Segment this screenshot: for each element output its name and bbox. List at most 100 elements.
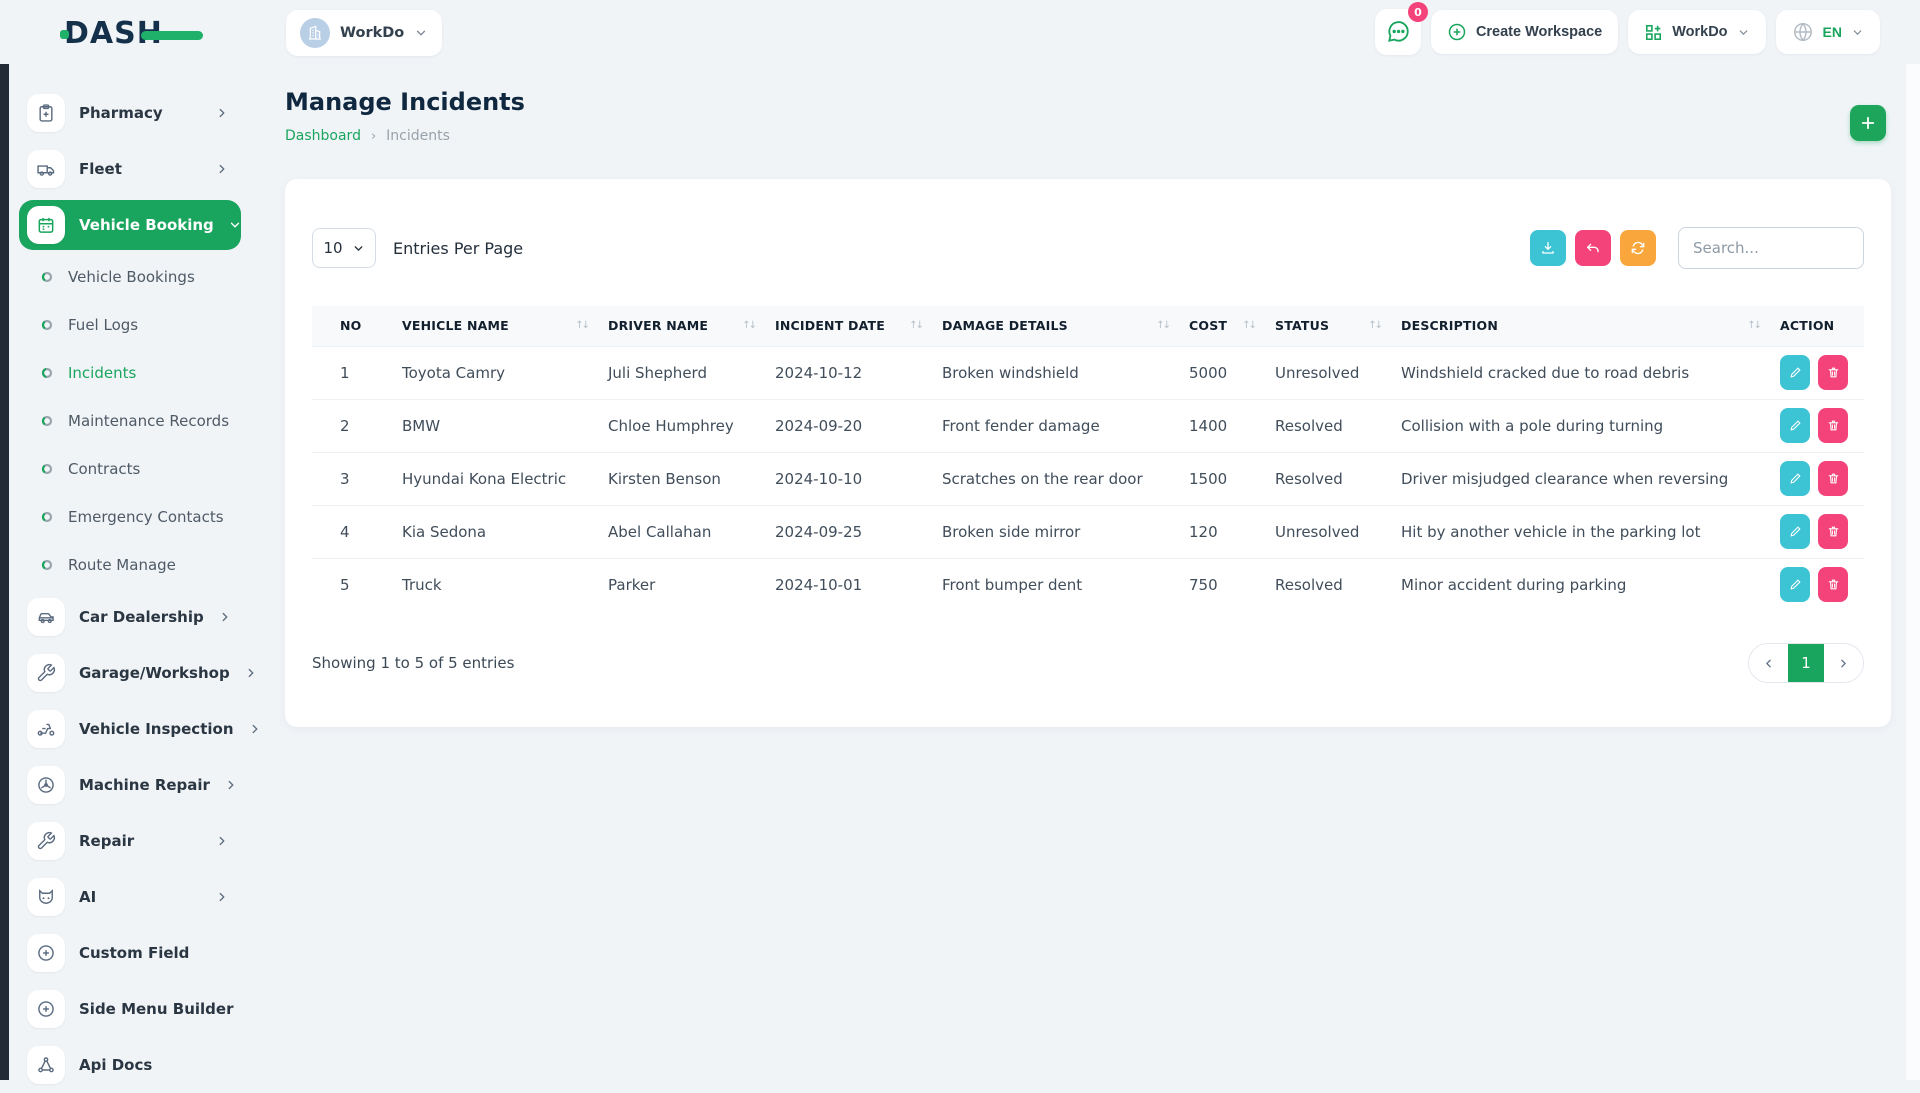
undo-button[interactable] xyxy=(1575,230,1611,266)
machine-gauge-icon xyxy=(27,766,65,804)
sidebar-item-label: Repair xyxy=(79,832,201,850)
sidebar-item-vehicle-inspection[interactable]: Vehicle Inspection xyxy=(19,701,241,757)
sidebar-item-side-menu-builder[interactable]: Side Menu Builder xyxy=(19,981,241,1037)
cell-cost: 5000 xyxy=(1179,346,1265,399)
sidebar-item-ai[interactable]: AI xyxy=(19,869,241,925)
breadcrumb-dashboard-link[interactable]: Dashboard xyxy=(285,128,361,144)
sort-icon: ↑↓ xyxy=(742,320,755,331)
submenu-item-contracts[interactable]: Contracts xyxy=(19,445,241,493)
create-workspace-button[interactable]: Create Workspace xyxy=(1431,10,1618,54)
breadcrumb: Dashboard › Incidents xyxy=(285,128,1891,144)
search-input[interactable] xyxy=(1678,227,1864,269)
add-incident-button[interactable] xyxy=(1850,105,1886,141)
table-controls: 10 Entries Per Page xyxy=(312,227,1864,269)
delete-button[interactable] xyxy=(1818,514,1848,549)
language-menu-button[interactable]: EN xyxy=(1776,10,1880,54)
cell-damage: Scratches on the rear door xyxy=(932,452,1179,505)
scrollbar-track[interactable] xyxy=(1906,64,1920,1080)
column-header-vehicle-name[interactable]: VEHICLE NAME↑↓ xyxy=(392,306,598,346)
edit-button[interactable] xyxy=(1780,461,1810,496)
car-icon xyxy=(27,598,65,636)
column-header-description[interactable]: DESCRIPTION↑↓ xyxy=(1391,306,1770,346)
chevron-down-icon xyxy=(228,218,242,232)
chevron-right-icon xyxy=(224,778,238,792)
submenu-item-fuel-logs[interactable]: Fuel Logs xyxy=(19,301,241,349)
workspace-avatar xyxy=(300,18,330,48)
delete-button[interactable] xyxy=(1818,461,1848,496)
create-workspace-label: Create Workspace xyxy=(1476,24,1602,40)
pagination-next-button[interactable] xyxy=(1824,644,1863,682)
column-header-driver-name[interactable]: DRIVER NAME↑↓ xyxy=(598,306,765,346)
download-icon xyxy=(1540,240,1556,256)
sidebar-item-pharmacy[interactable]: Pharmacy xyxy=(19,85,241,141)
sidebar-item-vehicle-booking[interactable]: Vehicle Booking xyxy=(19,200,241,250)
table-row: 5 Truck Parker 2024-10-01 Front bumper d… xyxy=(312,558,1864,611)
cell-vehicle: Hyundai Kona Electric xyxy=(392,452,598,505)
table-row: 3 Hyundai Kona Electric Kirsten Benson 2… xyxy=(312,452,1864,505)
sidebar-item-label: Fleet xyxy=(79,160,201,178)
submenu-item-route-manage[interactable]: Route Manage xyxy=(19,541,241,589)
table-header-row: NO VEHICLE NAME↑↓ DRIVER NAME↑↓ INCIDENT… xyxy=(312,306,1864,346)
trash-icon xyxy=(1827,525,1840,538)
pagination-prev-button[interactable] xyxy=(1749,644,1788,682)
cell-description: Minor accident during parking xyxy=(1391,558,1770,611)
sidebar-item-repair[interactable]: Repair xyxy=(19,813,241,869)
cell-damage: Broken side mirror xyxy=(932,505,1179,558)
sidebar-item-machine-repair[interactable]: Machine Repair xyxy=(19,757,241,813)
chevron-down-icon xyxy=(1737,26,1750,39)
submenu-item-vehicle-bookings[interactable]: Vehicle Bookings xyxy=(19,253,241,301)
cell-vehicle: Kia Sedona xyxy=(392,505,598,558)
bullet-icon xyxy=(41,367,53,379)
cell-no: 4 xyxy=(312,505,392,558)
cell-status: Resolved xyxy=(1265,452,1391,505)
sidebar-item-fleet[interactable]: Fleet xyxy=(19,141,241,197)
column-header-incident-date[interactable]: INCIDENT DATE↑↓ xyxy=(765,306,932,346)
sort-icon: ↑↓ xyxy=(1242,320,1255,331)
bullet-icon xyxy=(41,415,53,427)
column-header-status[interactable]: STATUS↑↓ xyxy=(1265,306,1391,346)
sidebar-item-api-docs[interactable]: Api Docs xyxy=(19,1037,241,1093)
cell-vehicle: Toyota Camry xyxy=(392,346,598,399)
column-header-cost[interactable]: COST↑↓ xyxy=(1179,306,1265,346)
sidebar-item-label: Vehicle Inspection xyxy=(79,720,234,738)
column-header-damage-details[interactable]: DAMAGE DETAILS↑↓ xyxy=(932,306,1179,346)
submenu-item-emergency-contacts[interactable]: Emergency Contacts xyxy=(19,493,241,541)
submenu-item-label: Emergency Contacts xyxy=(68,508,224,526)
edit-button[interactable] xyxy=(1780,355,1810,390)
delete-button[interactable] xyxy=(1818,567,1848,602)
submenu-item-maintenance-records[interactable]: Maintenance Records xyxy=(19,397,241,445)
clipboard-medical-icon xyxy=(27,94,65,132)
pencil-icon xyxy=(1789,472,1802,485)
pencil-icon xyxy=(1789,525,1802,538)
refresh-button[interactable] xyxy=(1620,230,1656,266)
submenu-item-incidents[interactable]: Incidents xyxy=(19,349,241,397)
submenu-item-label: Vehicle Bookings xyxy=(68,268,195,286)
entries-per-page-select[interactable]: 10 xyxy=(312,228,376,268)
app-logo[interactable]: DASH xyxy=(64,16,163,51)
topbar: DASH WorkDo 0 Create Workspace WorkDo xyxy=(0,0,1920,64)
wrench-icon xyxy=(27,822,65,860)
pagination-page-1[interactable]: 1 xyxy=(1788,644,1824,682)
sidebar-item-garage-workshop[interactable]: Garage/Workshop xyxy=(19,645,241,701)
cell-no: 2 xyxy=(312,399,392,452)
company-menu-button[interactable]: WorkDo xyxy=(1628,10,1765,54)
messages-button[interactable]: 0 xyxy=(1375,9,1421,55)
pencil-icon xyxy=(1789,578,1802,591)
cell-date: 2024-09-25 xyxy=(765,505,932,558)
delete-button[interactable] xyxy=(1818,355,1848,390)
trash-icon xyxy=(1827,472,1840,485)
sidebar-item-label: Machine Repair xyxy=(79,776,210,794)
cell-cost: 1500 xyxy=(1179,452,1265,505)
edit-button[interactable] xyxy=(1780,408,1810,443)
edit-button[interactable] xyxy=(1780,567,1810,602)
sort-icon: ↑↓ xyxy=(575,320,588,331)
chevron-right-icon xyxy=(244,666,258,680)
workspace-switcher[interactable]: WorkDo xyxy=(286,10,442,56)
sidebar-item-custom-field[interactable]: Custom Field xyxy=(19,925,241,981)
edit-button[interactable] xyxy=(1780,514,1810,549)
sidebar-item-car-dealership[interactable]: Car Dealership xyxy=(19,589,241,645)
delete-button[interactable] xyxy=(1818,408,1848,443)
cell-status: Unresolved xyxy=(1265,505,1391,558)
export-button[interactable] xyxy=(1530,230,1566,266)
sort-icon: ↑↓ xyxy=(1368,320,1381,331)
